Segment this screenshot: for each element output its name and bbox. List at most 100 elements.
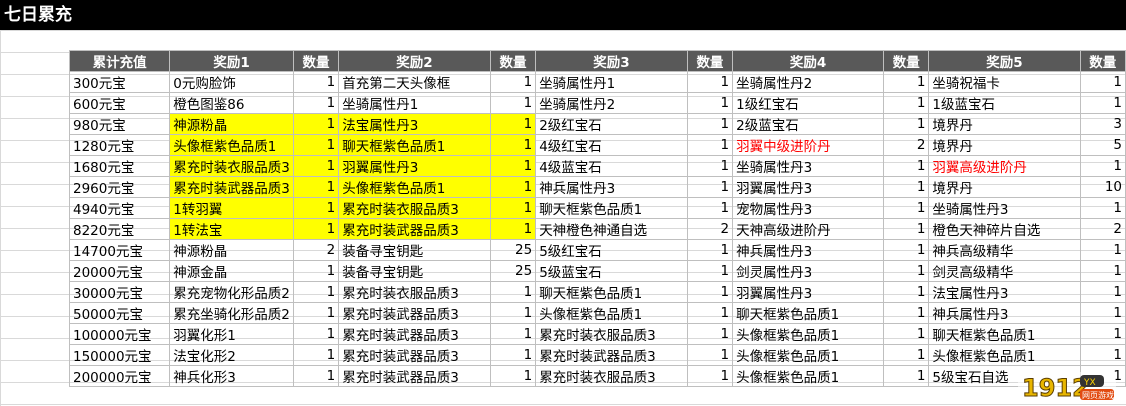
reward-cell[interactable]: 累充时装武器品质3 <box>338 302 491 324</box>
reward-cell[interactable]: 5级红宝石 <box>535 239 688 261</box>
recharge-amount-cell[interactable]: 100000元宝 <box>68 323 171 345</box>
recharge-amount-cell[interactable]: 150000元宝 <box>68 344 171 366</box>
reward-cell[interactable]: 羽翼中级进阶丹 <box>732 134 885 156</box>
quantity-cell[interactable]: 1 <box>489 281 537 303</box>
quantity-cell[interactable]: 1 <box>489 197 537 219</box>
reward-cell[interactable]: 累充时装衣服品质3 <box>169 155 294 177</box>
column-header-7[interactable]: 奖励4 <box>732 50 885 72</box>
quantity-cell[interactable]: 1 <box>686 113 734 135</box>
quantity-cell[interactable]: 1 <box>883 365 930 387</box>
quantity-cell[interactable]: 1 <box>883 218 930 240</box>
quantity-cell[interactable]: 1 <box>292 323 340 345</box>
quantity-cell[interactable]: 1 <box>686 176 734 198</box>
reward-cell[interactable]: 剑灵高级精华 <box>928 260 1081 282</box>
reward-cell[interactable]: 累充时装武器品质3 <box>338 218 491 240</box>
quantity-cell[interactable]: 1 <box>883 260 930 282</box>
recharge-amount-cell[interactable]: 2960元宝 <box>68 176 171 198</box>
reward-cell[interactable]: 橙色天神碎片自选 <box>928 218 1081 240</box>
column-header-5[interactable]: 奖励3 <box>535 50 688 72</box>
column-header-1[interactable]: 奖励1 <box>169 50 294 72</box>
quantity-cell[interactable]: 1 <box>883 92 930 114</box>
quantity-cell[interactable]: 1 <box>686 155 734 177</box>
quantity-cell[interactable]: 2 <box>1079 218 1126 240</box>
quantity-cell[interactable]: 1 <box>292 302 340 324</box>
reward-cell[interactable]: 1级红宝石 <box>732 92 885 114</box>
quantity-cell[interactable]: 1 <box>489 365 537 387</box>
quantity-cell[interactable]: 1 <box>489 71 537 93</box>
quantity-cell[interactable]: 1 <box>292 113 340 135</box>
quantity-cell[interactable]: 1 <box>883 281 930 303</box>
reward-cell[interactable]: 坐骑属性丹3 <box>928 197 1081 219</box>
quantity-cell[interactable]: 1 <box>292 176 340 198</box>
recharge-amount-cell[interactable]: 20000元宝 <box>68 260 171 282</box>
quantity-cell[interactable]: 2 <box>292 239 340 261</box>
quantity-cell[interactable]: 1 <box>883 113 930 135</box>
recharge-amount-cell[interactable]: 300元宝 <box>68 71 171 93</box>
column-header-6[interactable]: 数量 <box>686 50 734 72</box>
quantity-cell[interactable]: 1 <box>1079 155 1126 177</box>
reward-cell[interactable]: 1转法宝 <box>169 218 294 240</box>
reward-cell[interactable]: 4级红宝石 <box>535 134 688 156</box>
reward-cell[interactable]: 5级蓝宝石 <box>535 260 688 282</box>
reward-cell[interactable]: 法宝属性丹3 <box>928 281 1081 303</box>
quantity-cell[interactable]: 25 <box>489 239 537 261</box>
reward-cell[interactable]: 首充第二天头像框 <box>338 71 491 93</box>
reward-cell[interactable]: 1转羽翼 <box>169 197 294 219</box>
quantity-cell[interactable]: 1 <box>292 155 340 177</box>
quantity-cell[interactable]: 1 <box>1079 323 1126 345</box>
recharge-amount-cell[interactable]: 4940元宝 <box>68 197 171 219</box>
reward-cell[interactable]: 累充时装衣服品质3 <box>535 323 688 345</box>
quantity-cell[interactable]: 1 <box>1079 344 1126 366</box>
recharge-amount-cell[interactable]: 980元宝 <box>68 113 171 135</box>
reward-cell[interactable]: 神兵属性丹3 <box>535 176 688 198</box>
reward-cell[interactable]: 坐骑属性丹1 <box>338 92 491 114</box>
reward-cell[interactable]: 头像框紫色品质1 <box>928 344 1081 366</box>
reward-cell[interactable]: 宠物属性丹3 <box>732 197 885 219</box>
recharge-amount-cell[interactable]: 30000元宝 <box>68 281 171 303</box>
column-header-4[interactable]: 数量 <box>489 50 537 72</box>
reward-cell[interactable]: 神兵属性丹3 <box>732 239 885 261</box>
reward-cell[interactable]: 神兵化形3 <box>169 365 294 387</box>
quantity-cell[interactable]: 1 <box>489 113 537 135</box>
reward-cell[interactable]: 1级蓝宝石 <box>928 92 1081 114</box>
reward-cell[interactable]: 累充时装武器品质3 <box>169 176 294 198</box>
quantity-cell[interactable]: 1 <box>292 281 340 303</box>
quantity-cell[interactable]: 1 <box>292 134 340 156</box>
reward-cell[interactable]: 2级蓝宝石 <box>732 113 885 135</box>
reward-cell[interactable]: 羽翼高级进阶丹 <box>928 155 1081 177</box>
quantity-cell[interactable]: 1 <box>1079 71 1126 93</box>
reward-cell[interactable]: 坐骑祝福卡 <box>928 71 1081 93</box>
quantity-cell[interactable]: 25 <box>489 260 537 282</box>
quantity-cell[interactable]: 2 <box>686 218 734 240</box>
column-header-3[interactable]: 奖励2 <box>338 50 491 72</box>
reward-cell[interactable]: 聊天框紫色品质1 <box>535 197 688 219</box>
quantity-cell[interactable]: 1 <box>883 344 930 366</box>
reward-cell[interactable]: 头像框紫色品质1 <box>535 302 688 324</box>
reward-cell[interactable]: 头像框紫色品质1 <box>169 134 294 156</box>
recharge-amount-cell[interactable]: 600元宝 <box>68 92 171 114</box>
reward-cell[interactable]: 装备寻宝钥匙 <box>338 260 491 282</box>
quantity-cell[interactable]: 1 <box>489 344 537 366</box>
reward-cell[interactable]: 天神橙色神通自选 <box>535 218 688 240</box>
quantity-cell[interactable]: 1 <box>1079 260 1126 282</box>
recharge-amount-cell[interactable]: 14700元宝 <box>68 239 171 261</box>
reward-cell[interactable]: 神源粉晶 <box>169 239 294 261</box>
quantity-cell[interactable]: 1 <box>489 155 537 177</box>
quantity-cell[interactable]: 1 <box>883 323 930 345</box>
quantity-cell[interactable]: 1 <box>883 71 930 93</box>
reward-cell[interactable]: 0元购脸饰 <box>169 71 294 93</box>
reward-cell[interactable]: 天神高级进阶丹 <box>732 218 885 240</box>
quantity-cell[interactable]: 1 <box>292 260 340 282</box>
reward-cell[interactable]: 2级红宝石 <box>535 113 688 135</box>
quantity-cell[interactable]: 1 <box>1079 92 1126 114</box>
reward-cell[interactable]: 羽翼属性丹3 <box>338 155 491 177</box>
quantity-cell[interactable]: 1 <box>489 134 537 156</box>
quantity-cell[interactable]: 1 <box>489 218 537 240</box>
recharge-amount-cell[interactable]: 8220元宝 <box>68 218 171 240</box>
recharge-amount-cell[interactable]: 200000元宝 <box>68 365 171 387</box>
reward-cell[interactable]: 羽翼化形1 <box>169 323 294 345</box>
reward-cell[interactable]: 聊天框紫色品质1 <box>535 281 688 303</box>
reward-cell[interactable]: 境界丹 <box>928 176 1081 198</box>
reward-cell[interactable]: 头像框紫色品质1 <box>338 176 491 198</box>
reward-cell[interactable]: 累充坐骑化形品质2 <box>169 302 294 324</box>
